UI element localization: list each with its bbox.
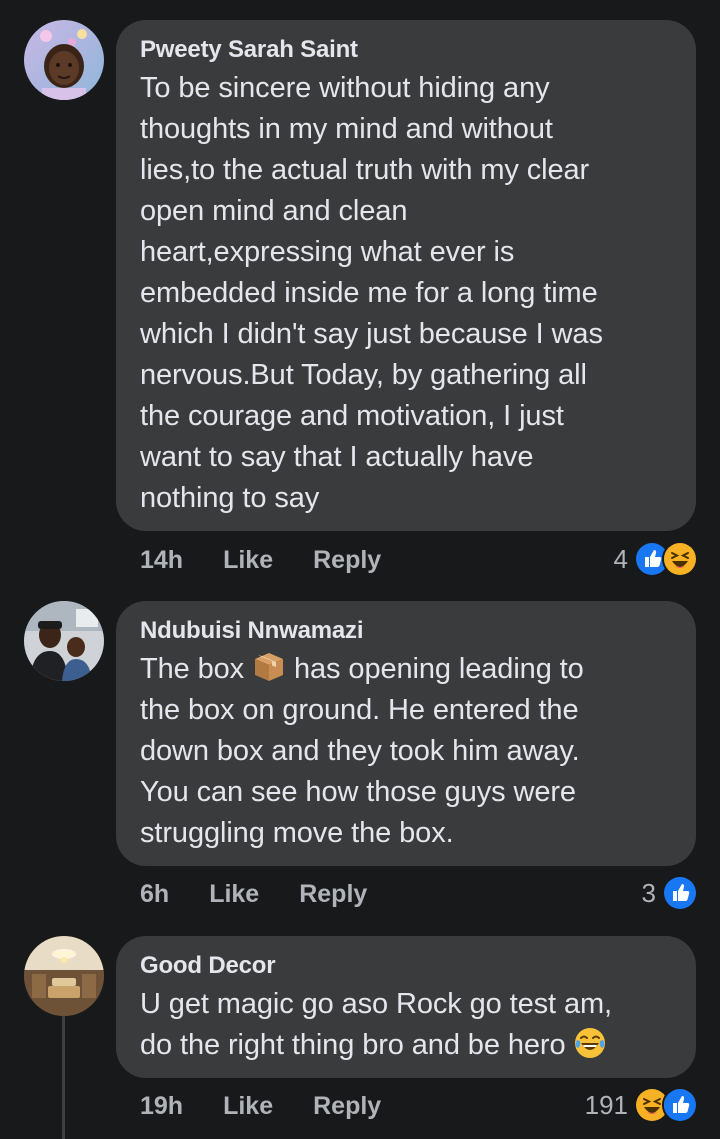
- comment-text-line: do the right thing bro and be hero: [140, 1025, 672, 1066]
- haha-icon: [662, 541, 698, 577]
- comment-author[interactable]: Good Decor: [140, 952, 672, 980]
- comment-text-line: down box and they took him away.: [140, 735, 580, 767]
- reaction-count: 191: [584, 1089, 628, 1120]
- comment-text-line: The box has opening leading to: [140, 649, 672, 690]
- reaction-summary[interactable]: 3: [642, 873, 698, 913]
- comment-text-fragment: The box: [140, 653, 253, 685]
- reaction-summary[interactable]: 4: [614, 539, 698, 579]
- comment-timestamp[interactable]: 14h: [140, 546, 183, 575]
- like-button[interactable]: Like: [223, 1092, 273, 1121]
- profile-photo-good-decor: [24, 936, 104, 1016]
- reaction-count: 3: [641, 877, 656, 908]
- comments-section: Pweety Sarah Saint To be sincere without…: [0, 0, 720, 1139]
- comment-text-line: U get magic go aso Rock go test am,: [140, 988, 612, 1020]
- comment-text-line: want to say that I actually have: [140, 441, 534, 473]
- comment-timestamp[interactable]: 19h: [140, 1092, 183, 1121]
- comment-text-fragment: do the right thing bro and be hero: [140, 1029, 566, 1061]
- comment-bubble[interactable]: Pweety Sarah Saint To be sincere without…: [116, 20, 696, 531]
- like-button[interactable]: Like: [223, 546, 273, 575]
- comment-text: The box has opening leading to the box o…: [140, 649, 672, 854]
- like-button[interactable]: Like: [209, 880, 259, 909]
- comment-text-line: heart,expressing what ever is: [140, 236, 515, 268]
- reply-thread-line: [62, 1016, 65, 1139]
- comment-actions: 14h Like Reply: [140, 540, 381, 580]
- profile-photo-ndubuisi: [24, 601, 104, 681]
- avatar[interactable]: [24, 936, 104, 1016]
- reply-button[interactable]: Reply: [313, 1092, 381, 1121]
- comment-text-line: open mind and clean: [140, 195, 408, 227]
- comment-timestamp[interactable]: 6h: [140, 880, 169, 909]
- comment-text-line: You can see how those guys were: [140, 776, 576, 808]
- comment-text-line: which I didn't say just because I was: [140, 318, 603, 350]
- profile-photo-pweety: [24, 20, 104, 100]
- reply-button[interactable]: Reply: [299, 880, 367, 909]
- reaction-count: 4: [613, 543, 628, 574]
- reply-button[interactable]: Reply: [313, 546, 381, 575]
- comment-author[interactable]: Ndubuisi Nnwamazi: [140, 617, 672, 645]
- comment-text-line: nothing to say: [140, 482, 320, 514]
- comment-text: To be sincere without hiding any thought…: [140, 68, 672, 519]
- avatar[interactable]: [24, 601, 104, 681]
- comment-text-line: struggling move the box.: [140, 817, 454, 849]
- avatar[interactable]: [24, 20, 104, 100]
- comment-actions: 6h Like Reply: [140, 874, 367, 914]
- comment-bubble[interactable]: Ndubuisi Nnwamazi The box has opening le…: [116, 601, 696, 866]
- comment-author[interactable]: Pweety Sarah Saint: [140, 36, 672, 64]
- comment-actions: 19h Like Reply: [140, 1086, 381, 1126]
- comment-text-line: embedded inside me for a long time: [140, 277, 598, 309]
- comment-text-line: the box on ground. He entered the: [140, 694, 579, 726]
- comment-text-line: thoughts in my mind and without: [140, 113, 553, 145]
- comment-bubble[interactable]: Good Decor U get magic go aso Rock go te…: [116, 936, 696, 1078]
- comment-text: U get magic go aso Rock go test am, do t…: [140, 984, 672, 1066]
- tears-of-joy-emoji: [573, 1026, 607, 1060]
- comment-text-line: the courage and motivation, I just: [140, 400, 564, 432]
- like-icon: [662, 875, 698, 911]
- comment-text-line: nervous.But Today, by gathering all: [140, 359, 587, 391]
- like-icon: [662, 1087, 698, 1123]
- package-emoji: [252, 650, 286, 684]
- comment-text-line: To be sincere without hiding any: [140, 72, 550, 104]
- comment-text-line: lies,to the actual truth with my clear: [140, 154, 590, 186]
- reaction-summary[interactable]: 191: [585, 1085, 698, 1125]
- comment-text-fragment: has opening leading to: [286, 653, 584, 685]
